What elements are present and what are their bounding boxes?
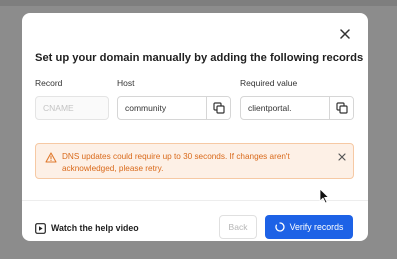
host-field[interactable]: community bbox=[117, 96, 231, 120]
spinner-icon bbox=[274, 222, 285, 232]
record-type-field: CNAME bbox=[35, 96, 109, 120]
copy-icon bbox=[335, 102, 348, 114]
play-icon bbox=[35, 222, 46, 234]
dns-warning-alert: DNS updates could require up to 30 secon… bbox=[35, 143, 354, 179]
domain-setup-dialog: Set up your domain manually by adding th… bbox=[22, 13, 368, 241]
warning-icon bbox=[45, 152, 57, 163]
required-value-label: Required value bbox=[240, 78, 298, 88]
watch-help-video-link[interactable]: Watch the help video bbox=[35, 221, 139, 235]
host-label: Host bbox=[117, 78, 135, 88]
mouse-cursor-icon bbox=[319, 188, 329, 204]
record-label: Record bbox=[35, 78, 63, 88]
alert-dismiss-button[interactable] bbox=[336, 151, 348, 163]
help-video-label: Watch the help video bbox=[51, 223, 139, 233]
copy-icon bbox=[212, 102, 225, 114]
dialog-title: Set up your domain manually by adding th… bbox=[35, 52, 364, 64]
close-button[interactable] bbox=[337, 26, 353, 42]
required-value: clientportal. bbox=[248, 103, 292, 113]
alert-message: DNS updates could require up to 30 secon… bbox=[62, 152, 290, 173]
backdrop-top-band bbox=[0, 0, 397, 6]
footer-divider bbox=[22, 200, 368, 201]
verify-records-button[interactable]: Verify records bbox=[265, 215, 353, 239]
back-button[interactable]: Back bbox=[219, 215, 257, 239]
host-value: community bbox=[125, 103, 167, 113]
copy-host-button[interactable] bbox=[206, 97, 230, 119]
close-icon bbox=[340, 29, 350, 39]
back-button-label: Back bbox=[228, 222, 248, 232]
copy-value-button[interactable] bbox=[329, 97, 353, 119]
verify-records-label: Verify records bbox=[289, 222, 344, 232]
required-value-field[interactable]: clientportal. bbox=[240, 96, 354, 120]
record-type-value: CNAME bbox=[43, 103, 74, 113]
close-icon bbox=[338, 153, 346, 161]
